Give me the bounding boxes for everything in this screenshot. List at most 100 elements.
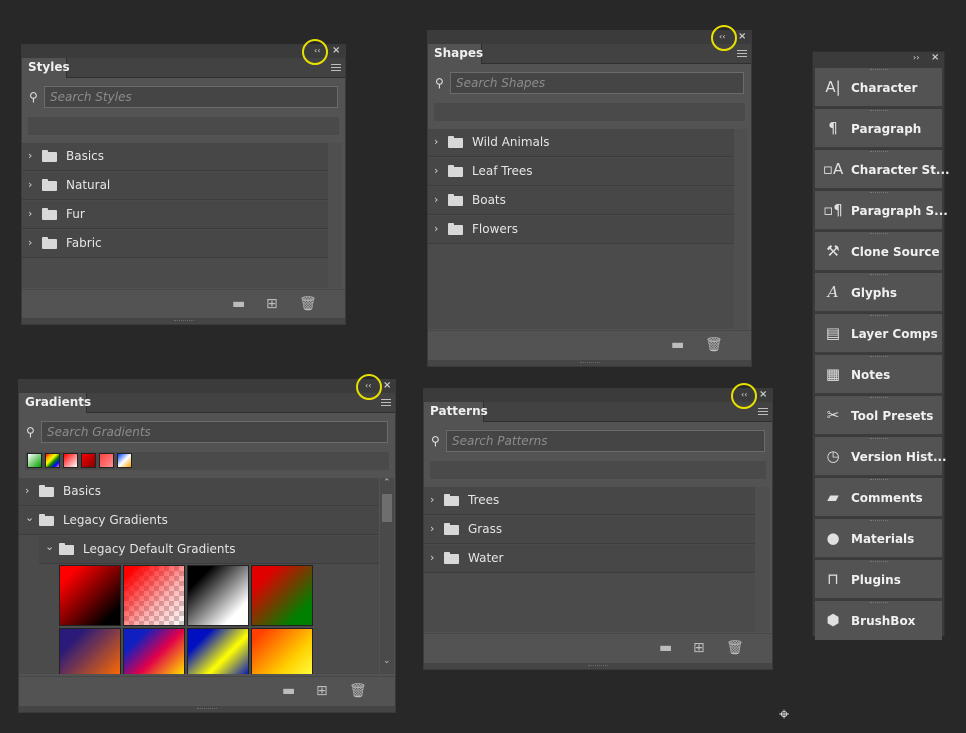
- recent-gradient-swatch[interactable]: [99, 453, 114, 468]
- search-input[interactable]: [446, 430, 765, 452]
- panel-title-bar[interactable]: ‹‹ ×: [424, 389, 772, 402]
- grip[interactable]: [869, 438, 888, 439]
- dock-item-plugins[interactable]: ⊓ Plugins: [815, 560, 942, 599]
- resize-handle[interactable]: [22, 318, 345, 324]
- list-item[interactable]: ⌄ Legacy Gradients: [19, 507, 379, 535]
- tab-patterns[interactable]: Patterns: [424, 402, 488, 422]
- dock-item-brushbox[interactable]: ⬢ BrushBox: [815, 601, 942, 640]
- dock-item-character-styles[interactable]: ▫A Character St...: [815, 150, 950, 189]
- grip[interactable]: [869, 274, 888, 275]
- list-item[interactable]: › Boats: [428, 187, 734, 215]
- new-group-folder-icon[interactable]: ▬: [232, 297, 245, 311]
- search-input[interactable]: [44, 86, 338, 108]
- thumbnail-size-bar[interactable]: [430, 461, 766, 479]
- list-item[interactable]: › Fur: [22, 201, 328, 229]
- chevron-right-icon[interactable]: ›: [28, 178, 32, 191]
- dock-item-notes[interactable]: ▦ Notes: [815, 355, 942, 394]
- tab-styles[interactable]: Styles: [22, 58, 70, 78]
- scrollbar[interactable]: [734, 129, 748, 329]
- scroll-down-icon[interactable]: ⌄: [383, 656, 391, 666]
- chevron-right-icon[interactable]: ›: [434, 193, 438, 206]
- list-item[interactable]: › Wild Animals: [428, 129, 734, 157]
- new-group-folder-icon[interactable]: ▬: [659, 641, 672, 655]
- list-item[interactable]: › Leaf Trees: [428, 158, 734, 186]
- gradient-tile[interactable]: [123, 628, 185, 674]
- close-panel-icon[interactable]: ×: [738, 31, 746, 43]
- trash-icon[interactable]: 🗑: [299, 297, 317, 311]
- chevron-right-icon[interactable]: ›: [434, 222, 438, 235]
- dock-item-glyphs[interactable]: A Glyphs: [815, 273, 942, 312]
- resize-handle[interactable]: [424, 663, 772, 669]
- grip[interactable]: [869, 520, 888, 521]
- recent-gradient-swatch[interactable]: [45, 453, 60, 468]
- dock-item-paragraph-styles[interactable]: ▫¶ Paragraph S...: [815, 191, 948, 230]
- dock-item-character[interactable]: A| Character: [815, 68, 942, 107]
- grip[interactable]: [869, 233, 888, 234]
- grip[interactable]: [869, 151, 888, 152]
- recent-gradient-swatch[interactable]: [27, 453, 42, 468]
- list-item[interactable]: › Flowers: [428, 216, 734, 244]
- new-item-icon[interactable]: ⊞: [693, 641, 705, 655]
- trash-icon[interactable]: 🗑: [726, 641, 744, 655]
- chevron-right-icon[interactable]: ›: [430, 493, 434, 506]
- new-item-icon[interactable]: ⊞: [266, 297, 278, 311]
- recent-gradient-swatch[interactable]: [117, 453, 132, 468]
- dock-item-comments[interactable]: ▰ Comments: [815, 478, 942, 517]
- panel-menu-icon[interactable]: [381, 399, 391, 407]
- chevron-right-icon[interactable]: ›: [28, 207, 32, 220]
- dock-item-tool-presets[interactable]: ✂ Tool Presets: [815, 396, 942, 435]
- close-panel-icon[interactable]: ×: [383, 380, 391, 392]
- tab-gradients[interactable]: Gradients: [19, 393, 91, 413]
- gradient-tile[interactable]: [251, 628, 313, 674]
- grip[interactable]: [869, 69, 888, 70]
- gradient-tile[interactable]: [251, 565, 313, 626]
- new-group-folder-icon[interactable]: ▬: [671, 338, 684, 352]
- chevron-down-icon[interactable]: ⌄: [45, 540, 54, 553]
- grip[interactable]: [869, 315, 888, 316]
- list-item[interactable]: › Basics: [22, 143, 328, 171]
- close-panel-icon[interactable]: ×: [332, 45, 340, 57]
- chevron-right-icon[interactable]: ›: [28, 236, 32, 249]
- gradient-tile[interactable]: [187, 565, 249, 626]
- resize-handle[interactable]: [19, 706, 395, 712]
- dock-item-layer-comps[interactable]: ▤ Layer Comps: [815, 314, 942, 353]
- gradient-tile[interactable]: [59, 565, 121, 626]
- search-input[interactable]: [450, 72, 744, 94]
- grip[interactable]: [869, 479, 888, 480]
- panel-title-bar[interactable]: ‹‹ ×: [428, 31, 751, 44]
- search-input[interactable]: [41, 421, 388, 443]
- scrollbar[interactable]: ⌃ ⌄: [380, 478, 394, 674]
- trash-icon[interactable]: 🗑: [705, 338, 723, 352]
- resize-handle[interactable]: [428, 360, 751, 366]
- grip[interactable]: [869, 110, 888, 111]
- grip[interactable]: [869, 397, 888, 398]
- list-item[interactable]: › Water: [424, 545, 755, 573]
- expand-dock-icon[interactable]: ››: [913, 53, 919, 62]
- new-item-icon[interactable]: ⊞: [316, 684, 328, 698]
- chevron-right-icon[interactable]: ›: [25, 484, 29, 497]
- chevron-right-icon[interactable]: ›: [434, 164, 438, 177]
- chevron-right-icon[interactable]: ›: [434, 135, 438, 148]
- chevron-down-icon[interactable]: ⌄: [25, 511, 34, 524]
- list-item[interactable]: › Trees: [424, 487, 755, 515]
- scrollbar[interactable]: [328, 143, 342, 288]
- scrollbar[interactable]: [755, 487, 769, 632]
- list-item[interactable]: › Basics: [19, 478, 379, 506]
- panel-menu-icon[interactable]: [331, 64, 341, 72]
- chevron-right-icon[interactable]: ›: [28, 149, 32, 162]
- gradient-tile[interactable]: [187, 628, 249, 674]
- panel-title-bar[interactable]: ‹‹ ×: [22, 45, 345, 58]
- chevron-right-icon[interactable]: ›: [430, 522, 434, 535]
- list-item[interactable]: › Fabric: [22, 230, 328, 258]
- panel-menu-icon[interactable]: [737, 50, 747, 58]
- close-panel-icon[interactable]: ×: [759, 389, 767, 401]
- gradient-tile[interactable]: [123, 565, 185, 626]
- recent-gradient-swatch[interactable]: [81, 453, 96, 468]
- scroll-up-icon[interactable]: ⌃: [383, 478, 391, 488]
- list-item[interactable]: ⌄ Legacy Default Gradients: [39, 536, 379, 564]
- gradient-tile[interactable]: [59, 628, 121, 674]
- list-item[interactable]: › Grass: [424, 516, 755, 544]
- panel-menu-icon[interactable]: [758, 408, 768, 416]
- dock-item-paragraph[interactable]: ¶ Paragraph: [815, 109, 942, 148]
- dock-item-version-history[interactable]: ◷ Version Hist...: [815, 437, 947, 476]
